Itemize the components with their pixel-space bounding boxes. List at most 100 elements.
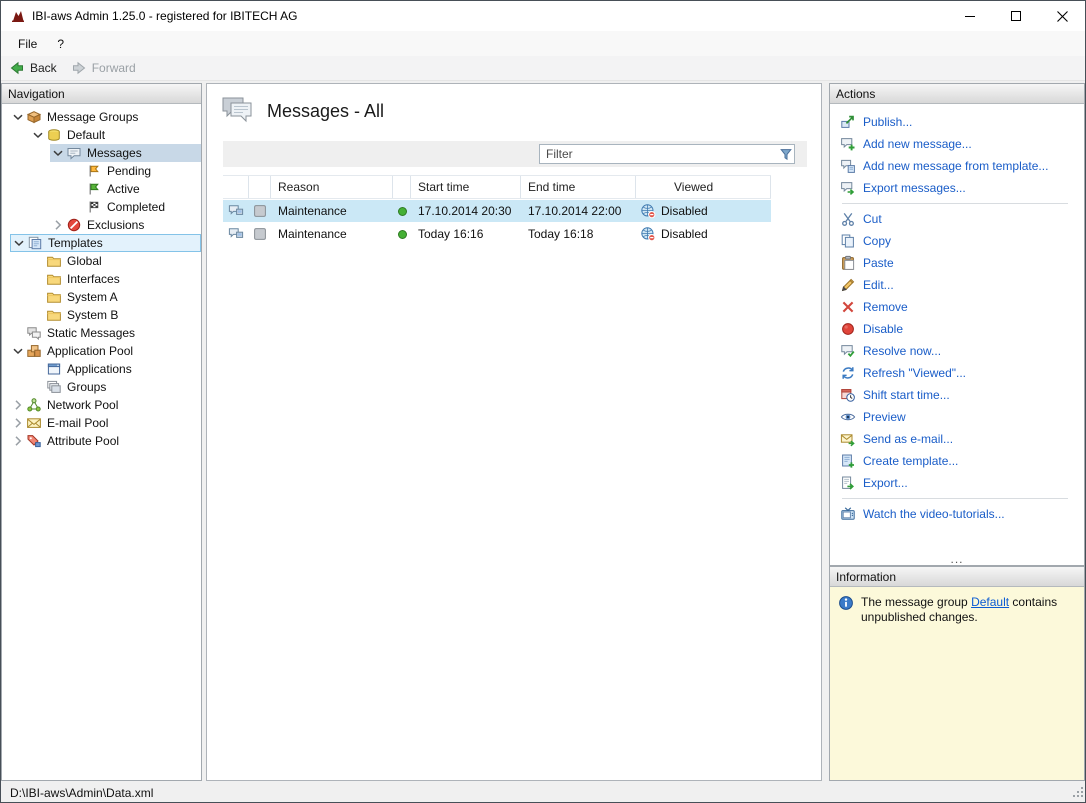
tree-item-default[interactable]: Default [30, 126, 201, 144]
action-label: Preview [863, 410, 906, 424]
tree-item-exclusions[interactable]: Exclusions [50, 216, 201, 234]
tree-item-label: Application Pool [47, 344, 134, 358]
information-header: Information [830, 567, 1084, 587]
maximize-button[interactable] [993, 1, 1039, 31]
forward-arrow-icon [71, 60, 87, 76]
title-bar: IBI-aws Admin 1.25.0 - registered for IB… [1, 1, 1085, 31]
action-remove[interactable]: Remove [840, 296, 1080, 318]
action-label: Copy [863, 234, 892, 248]
table-cell: Disabled [636, 200, 771, 222]
tree-item-pending[interactable]: Pending [70, 162, 201, 180]
action-label: Export... [863, 476, 908, 490]
tree-item-completed[interactable]: Completed [70, 198, 201, 216]
resize-grip[interactable] [1071, 785, 1084, 801]
chevron-expanded-icon[interactable] [30, 127, 46, 143]
back-button[interactable]: Back [9, 60, 57, 76]
attribute-pool-icon [26, 433, 42, 449]
close-button[interactable] [1039, 1, 1085, 31]
column-header-label: Start time [418, 180, 470, 194]
action-export[interactable]: Export... [840, 472, 1080, 494]
remove-icon [840, 299, 856, 315]
chevron-collapsed-icon[interactable] [50, 217, 66, 233]
action-add-new-message[interactable]: Add new message... [840, 133, 1080, 155]
action-send-as-e-mail[interactable]: Send as e-mail... [840, 428, 1080, 450]
column-header-icon[interactable] [249, 176, 271, 198]
actions-panel: Actions Publish... Add new message... Add … [829, 83, 1085, 566]
app-icon[interactable] [10, 8, 26, 24]
application-pool-icon [26, 343, 42, 359]
tree-item-static-messages[interactable]: Static Messages [10, 324, 201, 342]
tree-item-applications[interactable]: Applications [30, 360, 201, 378]
tree-item-label: Completed [107, 200, 166, 214]
publish-icon [840, 114, 856, 130]
column-header-icon[interactable] [223, 176, 249, 198]
tree-item-interfaces[interactable]: Interfaces [30, 270, 201, 288]
content-panel: Messages - All Reason Start time End time V… [206, 83, 822, 781]
action-disable[interactable]: Disable [840, 318, 1080, 340]
tree-item-templates[interactable]: Templates [10, 234, 201, 252]
filter-input[interactable] [540, 147, 778, 161]
action-copy[interactable]: Copy [840, 230, 1080, 252]
message-row[interactable]: Maintenance Today 16:16 Today 16:18 Disable… [223, 223, 771, 245]
action-publish[interactable]: Publish... [840, 111, 1080, 133]
window-controls [947, 1, 1085, 31]
tree-item-attribute-pool[interactable]: Attribute Pool [10, 432, 201, 450]
menu-file[interactable]: File [11, 34, 44, 54]
chevron-expanded-icon[interactable] [10, 109, 26, 125]
action-watch-the-video-tutorials[interactable]: Watch the video-tutorials... [840, 503, 1080, 525]
column-header-reason[interactable]: Reason [271, 176, 393, 198]
start-time-value: 17.10.2014 20:30 [418, 204, 512, 218]
action-add-new-message-from-template[interactable]: Add new message from template... [840, 155, 1080, 177]
viewed-globe-icon [640, 203, 656, 219]
tree-item-e-mail-pool[interactable]: E-mail Pool [10, 414, 201, 432]
actions-overflow-indicator[interactable]: ... [830, 553, 1084, 565]
message-row-icon [228, 226, 244, 242]
tree-item-system-b[interactable]: System B [30, 306, 201, 324]
column-header-label: Viewed [674, 180, 714, 194]
column-header-end-time[interactable]: End time [521, 176, 636, 198]
tree-item-application-pool[interactable]: Application Pool [10, 342, 201, 360]
message-row[interactable]: Maintenance 17.10.2014 20:30 17.10.2014 22… [223, 200, 771, 222]
table-cell [223, 223, 249, 245]
menu-help[interactable]: ? [50, 34, 71, 54]
action-edit[interactable]: Edit... [840, 274, 1080, 296]
action-export-messages[interactable]: Export messages... [840, 177, 1080, 199]
tree-item-message-groups[interactable]: Message Groups [10, 108, 201, 126]
default-group-link[interactable]: Default [971, 595, 1009, 609]
tree-item-groups[interactable]: Groups [30, 378, 201, 396]
action-refresh-viewed[interactable]: Refresh "Viewed"... [840, 362, 1080, 384]
tree-item-label: Default [67, 128, 106, 142]
chevron-expanded-icon[interactable] [11, 235, 27, 251]
info-icon [838, 595, 854, 611]
action-label: Export messages... [863, 181, 966, 195]
action-preview[interactable]: Preview [840, 406, 1080, 428]
tree-item-active[interactable]: Active [70, 180, 201, 198]
chevron-expanded-icon[interactable] [50, 145, 66, 161]
forward-button[interactable]: Forward [71, 60, 136, 76]
table-cell: Today 16:16 [411, 223, 521, 245]
information-message: The message group Default contains unpub… [861, 595, 1067, 625]
chevron-collapsed-icon[interactable] [10, 433, 26, 449]
chevron-collapsed-icon[interactable] [10, 415, 26, 431]
action-paste[interactable]: Paste [840, 252, 1080, 274]
tree-item-network-pool[interactable]: Network Pool [10, 396, 201, 414]
filter-funnel-icon[interactable] [778, 146, 794, 162]
chevron-expanded-icon[interactable] [10, 343, 26, 359]
column-header-viewed[interactable]: Viewed [636, 176, 771, 198]
table-cell [249, 223, 271, 245]
navigation-header: Navigation [2, 84, 201, 104]
chevron-collapsed-icon[interactable] [10, 397, 26, 413]
tree-item-messages[interactable]: Messages [50, 144, 201, 162]
column-header-icon[interactable] [393, 176, 411, 198]
table-cell: Disabled [636, 223, 771, 245]
action-resolve-now[interactable]: Resolve now... [840, 340, 1080, 362]
action-create-template[interactable]: Create template... [840, 450, 1080, 472]
tree-item-system-a[interactable]: System A [30, 288, 201, 306]
shift-start-time-icon [840, 387, 856, 403]
tree-item-global[interactable]: Global [30, 252, 201, 270]
column-header-start-time[interactable]: Start time [411, 176, 521, 198]
action-cut[interactable]: Cut [840, 208, 1080, 230]
action-shift-start-time[interactable]: Shift start time... [840, 384, 1080, 406]
minimize-button[interactable] [947, 1, 993, 31]
